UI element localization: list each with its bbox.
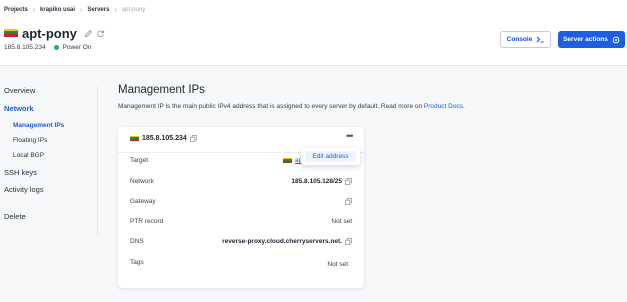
gateway-value [345, 198, 352, 205]
page-title: apt-pony [22, 25, 77, 41]
card-ip: 185.8.105.234 [142, 135, 187, 142]
breadcrumb-separator: › [32, 6, 36, 14]
tags-value: Not set [327, 261, 348, 268]
breadcrumb-servers[interactable]: Servers [87, 7, 109, 13]
card-header: 185.8.105.234 [130, 135, 197, 142]
refresh-icon[interactable] [96, 29, 105, 38]
status-dot-icon [53, 45, 59, 50]
row-label-dns: DNS [130, 238, 144, 245]
breadcrumb-separator: › [114, 6, 117, 14]
section-description: Management IP is the main public IPv4 ad… [118, 103, 465, 110]
sidebar-item-network[interactable]: Network [4, 104, 34, 113]
gear-icon [612, 36, 620, 43]
edit-pencil-icon[interactable] [84, 29, 93, 38]
sidebar-item-delete[interactable]: Delete [4, 212, 26, 221]
row-label-gateway: Gateway [130, 198, 156, 205]
server-title-row: apt-pony [4, 25, 105, 41]
status-badge: Power On [62, 44, 92, 51]
server-ip: 185.8.105.234 [4, 44, 46, 51]
section-title: Management IPs [118, 84, 205, 96]
network-cidr: 185.8.105.128/25 [291, 178, 342, 185]
sidebar-item-floating-ips[interactable]: Floating IPs [13, 137, 47, 144]
lithuania-flag-icon [4, 28, 18, 38]
description-end: . [462, 103, 465, 110]
row-label-ptr: PTR record [130, 218, 164, 225]
copy-icon[interactable] [189, 135, 197, 142]
row-label-target: Target [130, 157, 149, 164]
sidebar-item-activity-logs[interactable]: Activity logs [4, 185, 44, 194]
card-options-menu: Edit address [301, 148, 360, 165]
server-subline: 185.8.105.234 Power On [4, 44, 91, 51]
edit-address-menu-item[interactable]: Edit address [305, 151, 356, 162]
sidebar-item-overview[interactable]: Overview [4, 86, 35, 95]
lithuania-flag-icon [130, 135, 139, 142]
breadcrumb-project[interactable]: krapiko usai [40, 7, 75, 13]
ptr-value: Not set [331, 218, 352, 225]
sidebar-divider [97, 86, 98, 236]
console-button[interactable]: Console [500, 31, 551, 48]
breadcrumb-current: apt-pony [121, 7, 146, 13]
sidebar-item-ssh-keys[interactable]: SSH keys [4, 168, 37, 177]
copy-icon[interactable] [345, 178, 352, 185]
copy-icon[interactable] [345, 198, 352, 205]
server-actions-label: Server actions [563, 36, 608, 43]
sidebar-item-management-ips[interactable]: Management IPs [13, 122, 64, 129]
copy-icon[interactable] [345, 238, 352, 245]
lithuania-flag-icon [283, 157, 292, 164]
row-label-tags: Tags [130, 259, 144, 266]
dns-value: reverse-proxy.cloud.cherryservers.net. [222, 238, 352, 245]
dns-hostname: reverse-proxy.cloud.cherryservers.net. [222, 238, 342, 245]
breadcrumb: Projects › krapiko usai › Servers › apt-… [4, 4, 145, 16]
sidebar-item-local-bgp[interactable]: Local BGP [13, 152, 44, 159]
terminal-icon [536, 36, 544, 43]
breadcrumb-separator: › [80, 6, 83, 14]
row-label-network: Network [130, 178, 154, 185]
console-button-label: Console [506, 36, 533, 43]
network-value: 185.8.105.128/25 [291, 178, 352, 185]
more-options-icon[interactable]: ••• [346, 131, 354, 141]
description-text: Management IP is the main public IPv4 ad… [118, 103, 423, 110]
product-docs-link[interactable]: Product Docs [424, 103, 463, 110]
server-actions-button[interactable]: Server actions [558, 31, 625, 48]
page-header: Projects › krapiko usai › Servers › apt-… [0, 0, 627, 66]
breadcrumb-projects[interactable]: Projects [4, 7, 28, 13]
